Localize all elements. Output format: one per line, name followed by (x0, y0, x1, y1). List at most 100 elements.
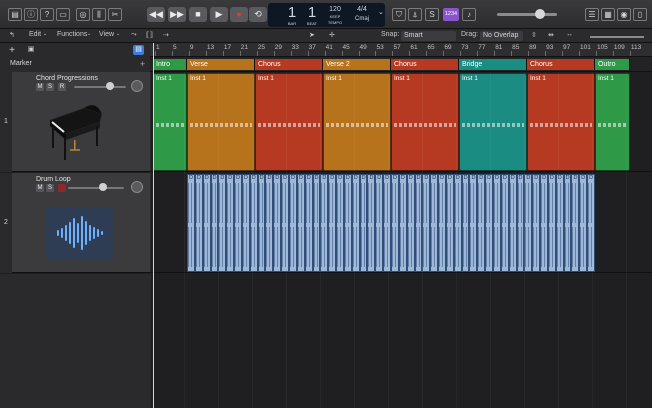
lcd-display[interactable]: 1 1 BAR BEAT 120 KEEP TEMPO 4/4 Cmaj (268, 3, 385, 27)
audio-region[interactable]: D (226, 174, 235, 272)
audio-region[interactable]: D (375, 174, 384, 272)
editors-button[interactable]: ✂ (108, 8, 122, 21)
audio-region[interactable]: D (540, 174, 548, 272)
midi-region[interactable]: Inst 1 (323, 73, 391, 171)
volume-slider[interactable] (68, 187, 124, 189)
snap-select[interactable]: Smart (401, 31, 456, 41)
audio-region[interactable]: D (265, 174, 274, 272)
audio-region[interactable]: D (336, 174, 344, 272)
master-volume-slider[interactable] (497, 13, 557, 16)
audio-region[interactable]: D (430, 174, 439, 272)
audio-region[interactable]: D (532, 174, 541, 272)
solo-mode-button[interactable]: S (425, 8, 439, 21)
rewind-button[interactable]: ◀◀ (147, 7, 165, 22)
audio-region[interactable]: D (422, 174, 431, 272)
volume-slider[interactable] (74, 86, 126, 88)
automation-icon[interactable]: ⤳ (131, 31, 137, 39)
pointer-tool-icon[interactable]: ➤ (309, 31, 315, 39)
list-editors-button[interactable]: ☰ (585, 8, 599, 21)
audio-region[interactable]: D (320, 174, 329, 272)
marker-7[interactable]: Outro (595, 59, 630, 70)
cycle-button[interactable]: ⟲ (249, 7, 267, 22)
midi-region[interactable]: Inst 1 (595, 73, 630, 171)
zoom-horizontal-icon[interactable]: ↔ (566, 31, 573, 38)
mute-button[interactable]: M (36, 184, 44, 192)
midi-region[interactable]: Inst 1 (391, 73, 459, 171)
midi-region[interactable]: Inst 1 (255, 73, 323, 171)
record-enable-button[interactable]: R (58, 83, 66, 91)
functions-menu[interactable]: Functions (57, 31, 87, 38)
solo-button[interactable]: S (46, 184, 54, 192)
library-button[interactable]: ▤ (8, 8, 22, 21)
back-icon[interactable]: ↰ (9, 31, 15, 39)
audio-region[interactable]: D (210, 174, 219, 272)
marker-4[interactable]: Chorus (391, 59, 459, 70)
track-name[interactable]: Chord Progressions (36, 75, 98, 82)
pan-knob[interactable] (131, 181, 143, 193)
audio-region[interactable]: D (516, 174, 525, 272)
audio-region[interactable]: D (485, 174, 493, 272)
audio-region[interactable]: D (587, 174, 595, 272)
view-menu[interactable]: View (99, 31, 114, 38)
track-name[interactable]: Drum Loop (36, 176, 71, 183)
mute-button[interactable]: M (36, 83, 44, 91)
metronome-button[interactable]: ♪ (462, 8, 476, 21)
loop-browser-button[interactable]: ◉ (617, 8, 631, 21)
audio-region[interactable]: D (218, 174, 227, 272)
audio-region[interactable]: D (312, 174, 321, 272)
audio-region[interactable]: D (469, 174, 478, 272)
audio-region[interactable]: D (414, 174, 423, 272)
zoom-vertical-icon[interactable]: ⇳ (531, 31, 537, 39)
midi-region[interactable]: Inst 1 (187, 73, 255, 171)
help-button[interactable]: ? (40, 8, 54, 21)
smart-controls-button[interactable]: ◎ (76, 8, 90, 21)
crosshair-tool-icon[interactable]: ✛ (329, 31, 335, 39)
solo-button[interactable]: S (46, 83, 54, 91)
browsers-button[interactable]: ▯ (633, 8, 647, 21)
tracks-area[interactable]: Inst 1 Inst 1 Inst 1 Inst 1 Inst 1 Inst 1 Inst… (150, 72, 652, 408)
audio-region[interactable]: D (202, 174, 211, 272)
audio-region[interactable]: D (187, 174, 195, 272)
audio-region[interactable]: D (461, 174, 470, 272)
add-track-button[interactable]: + (6, 45, 18, 56)
audio-region[interactable]: D (524, 174, 533, 272)
audio-region[interactable]: D (281, 174, 289, 272)
bar-ruler[interactable]: 1 5 9 13 17 21 25 29 33 37 41 45 49 53 57 61 65 69 73 77 81 8… (150, 43, 652, 57)
notepad-button[interactable]: ▦ (601, 8, 615, 21)
audio-region[interactable]: D (234, 174, 242, 272)
midi-region[interactable]: Inst 1 (527, 73, 595, 171)
audio-region[interactable]: D (445, 174, 454, 272)
track-lane-drum-loop[interactable]: DDDDDDDDDDDDDDDDDDDDDDDDDDDDDDDDDDDDDDDD… (150, 173, 652, 273)
audio-region[interactable]: D (367, 174, 376, 272)
master-volume-knob[interactable] (535, 9, 545, 19)
audio-region[interactable]: D (241, 174, 250, 272)
lcd-dropdown-icon[interactable]: ⌄ (378, 8, 386, 20)
drag-select[interactable]: No Overlap (480, 31, 523, 41)
audio-region[interactable]: D (477, 174, 486, 272)
audio-region[interactable]: D (343, 174, 352, 272)
audio-region[interactable]: D (304, 174, 313, 272)
audio-region[interactable]: D (257, 174, 266, 272)
marker-0[interactable]: Intro (153, 59, 187, 70)
tuner-button[interactable]: ⍋ (408, 8, 422, 21)
track-lane-chord-progressions[interactable]: Inst 1 Inst 1 Inst 1 Inst 1 Inst 1 Inst 1 Inst… (150, 72, 652, 172)
marker-5[interactable]: Bridge (459, 59, 527, 70)
audio-region[interactable]: D (406, 174, 415, 272)
audio-region[interactable]: D (500, 174, 509, 272)
zoom-slider[interactable] (590, 36, 644, 38)
audio-region[interactable]: D (296, 174, 305, 272)
marker-2[interactable]: Chorus (255, 59, 323, 70)
audio-region[interactable]: D (555, 174, 564, 272)
replace-mode-button[interactable]: ⛉ (392, 8, 406, 21)
catch-playhead-icon[interactable]: ⇢ (163, 31, 169, 39)
pan-knob[interactable] (131, 80, 143, 92)
toolbar-button[interactable]: ▭ (56, 8, 70, 21)
marker-1[interactable]: Verse (187, 59, 255, 70)
global-tracks-icon[interactable]: ▤ (133, 45, 144, 55)
audio-region[interactable]: D (391, 174, 399, 272)
audio-region[interactable]: D (493, 174, 501, 272)
track-header-chord-progressions[interactable]: 1 Chord Progressions M S R (0, 72, 150, 172)
count-in-button[interactable]: 1234 (443, 8, 459, 21)
volume-slider-knob[interactable] (106, 82, 115, 90)
audio-region[interactable]: D (508, 174, 517, 272)
